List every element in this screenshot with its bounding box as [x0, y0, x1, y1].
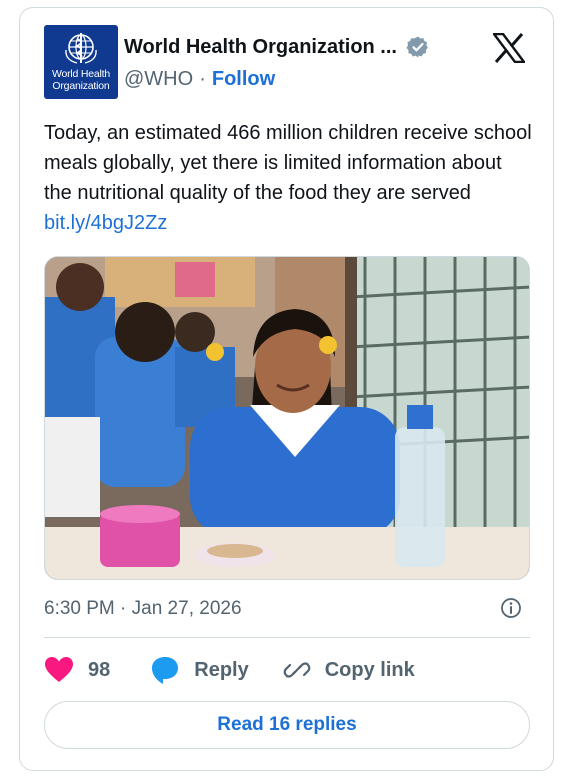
tweet-card: World Health Organization World Health O…: [19, 7, 554, 771]
read-replies-button[interactable]: Read 16 replies: [44, 701, 530, 749]
who-avatar[interactable]: World Health Organization: [44, 25, 118, 99]
tweet-timestamp[interactable]: 6:30 PM · Jan 27, 2026: [44, 598, 242, 620]
handle-separator: ·: [199, 68, 206, 90]
avatar-logo-line2: Organization: [52, 80, 110, 92]
verified-badge-icon: [406, 36, 428, 58]
tweet-actions: 98 Reply Copy link: [44, 652, 415, 688]
avatar-logo-line1: World Health: [51, 68, 111, 80]
follow-button[interactable]: Follow: [212, 68, 275, 91]
footer-divider: [44, 637, 530, 638]
copy-link-label: Copy link: [324, 658, 415, 681]
reply-bubble-icon: [152, 657, 179, 684]
tweet-body: Today, an estimated 466 million children…: [44, 122, 532, 204]
author-display-name[interactable]: World Health Organization ...: [124, 36, 397, 59]
author-name-row: World Health Organization ...: [124, 34, 430, 60]
author-handle[interactable]: @WHO: [124, 68, 193, 91]
info-icon[interactable]: [500, 597, 522, 619]
like-button[interactable]: 98: [44, 656, 110, 684]
reply-button[interactable]: Reply: [150, 655, 249, 685]
who-emblem-icon: [65, 33, 97, 64]
link-icon: [283, 662, 311, 678]
heart-icon: [45, 657, 73, 682]
author-handle-row: @WHO · Follow: [124, 68, 275, 91]
tweet-text: Today, an estimated 466 million children…: [44, 118, 534, 238]
copy-link-button[interactable]: Copy link: [283, 656, 415, 684]
avatar-logo-text: World Health Organization: [44, 68, 118, 92]
photo-illustration: [45, 257, 529, 579]
like-count: 98: [88, 658, 111, 681]
tweet-media-photo[interactable]: [44, 256, 530, 580]
x-logo-icon[interactable]: [493, 33, 525, 63]
reply-label: Reply: [194, 658, 249, 681]
tweet-link[interactable]: bit.ly/4bgJ2Zz: [44, 212, 167, 234]
